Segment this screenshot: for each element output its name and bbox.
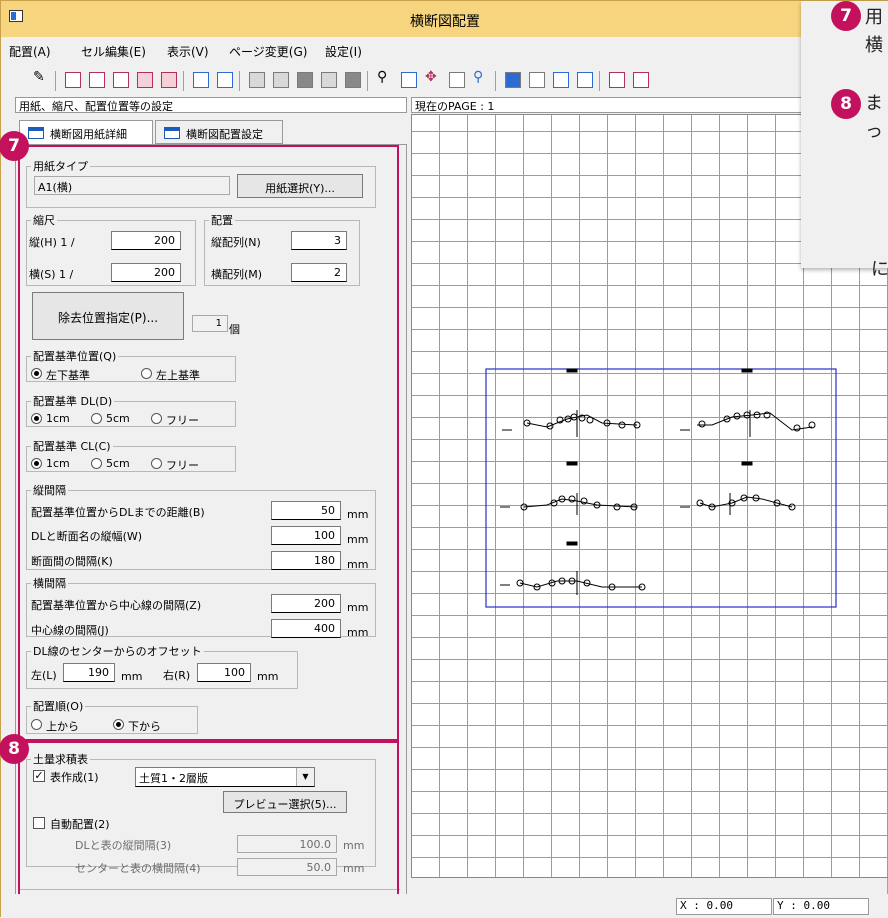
panel-title: 用紙、縮尺、配置位置等の設定 (15, 97, 407, 113)
step-badge-7: 7 (0, 131, 29, 161)
move-icon[interactable] (273, 72, 289, 88)
eraser-icon[interactable]: ✎ (33, 69, 49, 85)
x-coordinate: X : 0.00 (676, 898, 772, 915)
tab-layout-settings[interactable]: 横断図配置設定 (155, 120, 283, 144)
pages-icon[interactable] (577, 72, 593, 88)
app-window: 横断図配置 配置(A) セル編集(E) 表示(V) ページ変更(G) 設定(I)… (0, 0, 888, 918)
toolbar-separator (55, 71, 56, 91)
callout-text-8b: っ (865, 121, 883, 142)
callout-text-7a: 用 (865, 7, 883, 28)
cross-section-5 (500, 541, 646, 595)
next-page-icon[interactable] (529, 72, 545, 88)
table-icon[interactable] (217, 72, 233, 88)
fill-icon[interactable] (345, 72, 361, 88)
block-icon[interactable] (297, 72, 313, 88)
window-icon (28, 127, 44, 139)
section-icon[interactable] (137, 72, 153, 88)
insert-icon[interactable] (193, 72, 209, 88)
instruction-callout: 7 用 横 8 ま っ に (801, 1, 888, 280)
grid-icon[interactable] (89, 72, 105, 88)
cross-section-3 (500, 461, 638, 515)
toolbar-separator (599, 71, 600, 91)
menu-layout[interactable]: 配置(A) (9, 43, 51, 60)
tab-paper-detail[interactable]: 横断図用紙詳細 (19, 120, 153, 144)
layout-icon[interactable] (65, 72, 81, 88)
menu-settings[interactable]: 設定(I) (325, 43, 362, 60)
status-bar: X : 0.00 Y : 0.00 (1, 894, 888, 918)
zoom-area-icon[interactable] (401, 72, 417, 88)
window-icon (164, 127, 180, 139)
callout-text-8a: ま (865, 93, 883, 114)
cross-section-4 (680, 461, 796, 515)
toolbar: ✎ ⚲ ✥ ⚲ (1, 63, 888, 97)
callout-text-7b: 横 (865, 35, 883, 56)
cross-section-2 (680, 368, 816, 437)
title-bar: 横断図配置 (1, 1, 888, 37)
align-icon[interactable] (249, 72, 265, 88)
highlight-box-8 (18, 741, 399, 903)
tool-a-icon[interactable] (609, 72, 625, 88)
toolbar-separator (367, 71, 368, 91)
menu-bar: 配置(A) セル編集(E) 表示(V) ページ変更(G) 設定(I) (1, 37, 888, 63)
callout-badge-7: 7 (831, 1, 861, 31)
cross-icon[interactable] (113, 72, 129, 88)
sheet-frame (485, 368, 837, 608)
tab-label: 横断図配置設定 (186, 128, 263, 141)
step-badge-8: 8 (0, 734, 29, 764)
stack-icon[interactable] (321, 72, 337, 88)
pin-icon[interactable]: ⚲ (473, 69, 489, 85)
zoom-icon[interactable]: ⚲ (377, 69, 393, 85)
section-edit-icon[interactable] (161, 72, 177, 88)
cross-section-1 (502, 368, 641, 437)
y-coordinate: Y : 0.00 (773, 898, 869, 915)
image-icon[interactable] (553, 72, 569, 88)
menu-cell-edit[interactable]: セル編集(E) (81, 43, 146, 60)
toolbar-separator (183, 71, 184, 91)
window-title: 横断図配置 (410, 14, 480, 30)
menu-page-change[interactable]: ページ変更(G) (229, 43, 307, 60)
pan-icon[interactable]: ✥ (425, 69, 441, 85)
callout-text-8c: に (871, 259, 888, 280)
menu-view[interactable]: 表示(V) (167, 43, 209, 60)
toolbar-separator (495, 71, 496, 91)
fit-icon[interactable] (449, 72, 465, 88)
tab-label: 横断図用紙詳細 (50, 128, 127, 141)
highlight-box-7 (18, 145, 399, 741)
page-icon[interactable] (505, 72, 521, 88)
toolbar-separator (239, 71, 240, 91)
callout-badge-8: 8 (831, 89, 861, 119)
tool-b-icon[interactable] (633, 72, 649, 88)
